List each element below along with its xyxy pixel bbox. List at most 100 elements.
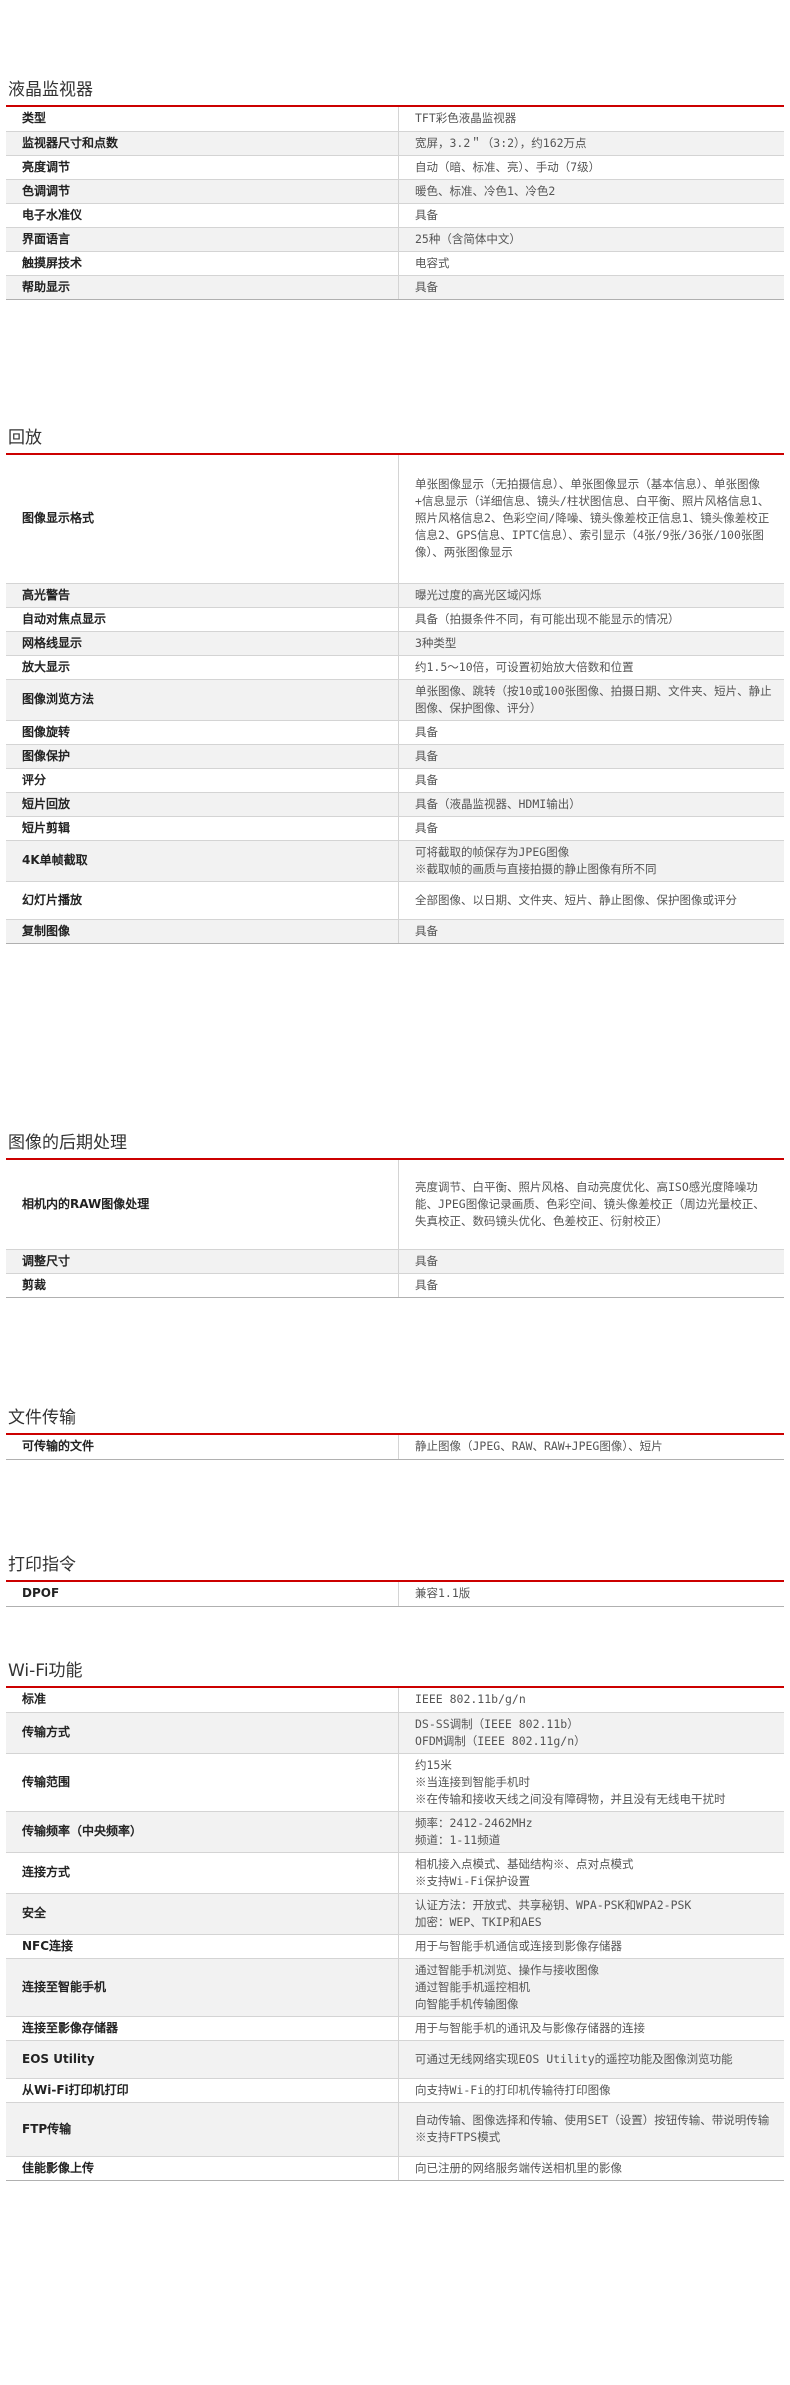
spec-row: 评分 具备	[6, 768, 784, 793]
spec-key: 调整尺寸	[6, 1249, 399, 1274]
spec-row: 色调调节 暖色、标准、冷色1、冷色2	[6, 179, 784, 204]
spec-key: 图像保护	[6, 744, 399, 769]
spec-row: 亮度调节 自动（暗、标准、亮）、手动（7级）	[6, 155, 784, 180]
spec-key: 复制图像	[6, 919, 399, 944]
spec-value: 具备（拍摄条件不同，有可能出现不能显示的情况）	[398, 607, 784, 632]
spec-table: 可传输的文件 静止图像（JPEG、RAW、RAW+JPEG图像）、短片	[6, 1435, 784, 1460]
spec-key: 评分	[6, 768, 399, 793]
spec-value: 可通过无线网络实现EOS Utility的遥控功能及图像浏览功能	[398, 2040, 784, 2079]
spec-row: 图像保护 具备	[6, 744, 784, 769]
spec-table: 相机内的RAW图像处理 亮度调节、白平衡、照片风格、自动亮度优化、高ISO感光度降…	[6, 1160, 784, 1298]
spec-section: 回放 图像显示格式 单张图像显示（无拍摄信息）、单张图像显示（基本信息）、单张图像+…	[6, 423, 784, 944]
spec-key: 图像显示格式	[6, 455, 399, 584]
spec-key: 连接至智能手机	[6, 1958, 399, 2017]
spec-value: 自动（暗、标准、亮）、手动（7级）	[398, 155, 784, 180]
spec-row: NFC连接 用于与智能手机通信或连接到影像存储器	[6, 1934, 784, 1959]
spec-row: 类型 TFT彩色液晶监视器	[6, 107, 784, 132]
spec-key: EOS Utility	[6, 2040, 399, 2079]
spec-key: 4K单帧截取	[6, 840, 399, 882]
spec-row: EOS Utility 可通过无线网络实现EOS Utility的遥控功能及图像浏…	[6, 2040, 784, 2079]
spec-table: 图像显示格式 单张图像显示（无拍摄信息）、单张图像显示（基本信息）、单张图像+信息…	[6, 455, 784, 944]
spec-value: 宽屏，3.2＂（3:2），约162万点	[398, 131, 784, 156]
spec-value: 单张图像显示（无拍摄信息）、单张图像显示（基本信息）、单张图像+信息显示（详细信…	[398, 455, 784, 584]
spec-value: IEEE 802.11b/g/n	[398, 1688, 784, 1713]
spec-value: 兼容1.1版	[398, 1582, 784, 1607]
spec-key: 类型	[6, 107, 399, 132]
spec-row: 传输方式 DS-SS调制（IEEE 802.11b） OFDM调制（IEEE 80…	[6, 1712, 784, 1754]
section-title: 图像的后期处理	[8, 1133, 127, 1153]
spec-row: FTP传输 自动传输、图像选择和传输、使用SET（设置）按钮传输、带说明传输 ※支…	[6, 2102, 784, 2157]
spec-key: 电子水准仪	[6, 203, 399, 228]
spec-row: 电子水准仪 具备	[6, 203, 784, 228]
spec-key: 连接至影像存储器	[6, 2016, 399, 2041]
spec-row: 帮助显示 具备	[6, 275, 784, 300]
spec-key: 剪裁	[6, 1273, 399, 1298]
spec-value: 暖色、标准、冷色1、冷色2	[398, 179, 784, 204]
spec-row: 可传输的文件 静止图像（JPEG、RAW、RAW+JPEG图像）、短片	[6, 1435, 784, 1460]
spec-key: 监视器尺寸和点数	[6, 131, 399, 156]
spec-row: 相机内的RAW图像处理 亮度调节、白平衡、照片风格、自动亮度优化、高ISO感光度降…	[6, 1160, 784, 1250]
spec-table: 类型 TFT彩色液晶监视器 监视器尺寸和点数 宽屏，3.2＂（3:2），约162万点亮…	[6, 107, 784, 300]
spec-key: DPOF	[6, 1582, 399, 1607]
spec-value: 通过智能手机浏览、操作与接收图像 通过智能手机遥控相机 向智能手机传输图像	[398, 1958, 784, 2017]
spec-value: 具备	[398, 768, 784, 793]
spec-section: 液晶监视器 类型 TFT彩色液晶监视器 监视器尺寸和点数 宽屏，3.2＂（3:2），约1…	[6, 75, 784, 300]
spec-key: 可传输的文件	[6, 1435, 399, 1460]
spec-row: 连接至智能手机 通过智能手机浏览、操作与接收图像 通过智能手机遥控相机 向智能手机…	[6, 1958, 784, 2017]
spec-key: 传输方式	[6, 1712, 399, 1754]
spec-value: DS-SS调制（IEEE 802.11b） OFDM调制（IEEE 802.11…	[398, 1712, 784, 1754]
spec-row: 佳能影像上传 向已注册的网络服务端传送相机里的影像	[6, 2156, 784, 2181]
spec-row: 短片剪辑 具备	[6, 816, 784, 841]
spec-table: DPOF 兼容1.1版	[6, 1582, 784, 1607]
spec-row: 图像浏览方法 单张图像、跳转（按10或100张图像、拍摄日期、文件夹、短片、静止图…	[6, 679, 784, 721]
spec-key: 高光警告	[6, 583, 399, 608]
spec-value: 具备	[398, 1249, 784, 1274]
spec-key: 相机内的RAW图像处理	[6, 1160, 399, 1250]
spec-row: 传输范围 约15米 ※当连接到智能手机时 ※在传输和接收天线之间没有障碍物，并且没…	[6, 1753, 784, 1812]
spec-value: 自动传输、图像选择和传输、使用SET（设置）按钮传输、带说明传输 ※支持FTPS…	[398, 2102, 784, 2157]
spec-value: 静止图像（JPEG、RAW、RAW+JPEG图像）、短片	[398, 1435, 784, 1460]
section-title: Wi-Fi功能	[8, 1661, 83, 1681]
spec-key: NFC连接	[6, 1934, 399, 1959]
spec-row: 安全 认证方法：开放式、共享秘钥、WPA-PSK和WPA2-PSK 加密：WEP、…	[6, 1893, 784, 1935]
spec-value: 具备	[398, 816, 784, 841]
spec-section: 文件传输可传输的文件 静止图像（JPEG、RAW、RAW+JPEG图像）、短片	[6, 1403, 784, 1460]
spec-key: 图像浏览方法	[6, 679, 399, 721]
spec-value: 用于与智能手机的通讯及与影像存储器的连接	[398, 2016, 784, 2041]
spec-key: 界面语言	[6, 227, 399, 252]
spec-table: 标准 IEEE 802.11b/g/n 传输方式 DS-SS调制（IEEE 802.1…	[6, 1688, 784, 2181]
spec-value: 具备	[398, 1273, 784, 1298]
spec-key: FTP传输	[6, 2102, 399, 2157]
spec-key: 放大显示	[6, 655, 399, 680]
spec-row: 幻灯片播放 全部图像、以日期、文件夹、短片、静止图像、保护图像或评分	[6, 881, 784, 920]
spec-row: 图像旋转 具备	[6, 720, 784, 745]
spec-value: 曝光过度的高光区域闪烁	[398, 583, 784, 608]
spec-row: 自动对焦点显示 具备（拍摄条件不同，有可能出现不能显示的情况）	[6, 607, 784, 632]
spec-value: 具备	[398, 919, 784, 944]
spec-value: 约1.5～10倍，可设置初始放大倍数和位置	[398, 655, 784, 680]
spec-key: 短片回放	[6, 792, 399, 817]
spec-key: 短片剪辑	[6, 816, 399, 841]
spec-value: 3种类型	[398, 631, 784, 656]
spec-key: 幻灯片播放	[6, 881, 399, 920]
spec-row: 界面语言 25种（含简体中文）	[6, 227, 784, 252]
spec-row: DPOF 兼容1.1版	[6, 1582, 784, 1607]
section-title: 打印指令	[8, 1555, 76, 1575]
spec-row: 标准 IEEE 802.11b/g/n	[6, 1688, 784, 1713]
spec-key: 连接方式	[6, 1852, 399, 1894]
spec-key: 佳能影像上传	[6, 2156, 399, 2181]
spec-value: 频率：2412-2462MHz 频道：1-11频道	[398, 1811, 784, 1853]
section-title: 文件传输	[8, 1408, 76, 1428]
spec-value: 具备	[398, 203, 784, 228]
spec-value: 向已注册的网络服务端传送相机里的影像	[398, 2156, 784, 2181]
spec-value: 亮度调节、白平衡、照片风格、自动亮度优化、高ISO感光度降噪功能、JPEG图像记…	[398, 1160, 784, 1250]
spec-row: 短片回放 具备（液晶监视器、HDMI输出）	[6, 792, 784, 817]
spec-value: 可将截取的帧保存为JPEG图像 ※截取帧的画质与直接拍摄的静止图像有所不同	[398, 840, 784, 882]
spec-value: 全部图像、以日期、文件夹、短片、静止图像、保护图像或评分	[398, 881, 784, 920]
spec-row: 剪裁 具备	[6, 1273, 784, 1298]
spec-key: 标准	[6, 1688, 399, 1713]
spec-section: 打印指令 DPOF 兼容1.1版	[6, 1550, 784, 1607]
spec-value: 电容式	[398, 251, 784, 276]
spec-row: 图像显示格式 单张图像显示（无拍摄信息）、单张图像显示（基本信息）、单张图像+信息…	[6, 455, 784, 584]
spec-key: 自动对焦点显示	[6, 607, 399, 632]
